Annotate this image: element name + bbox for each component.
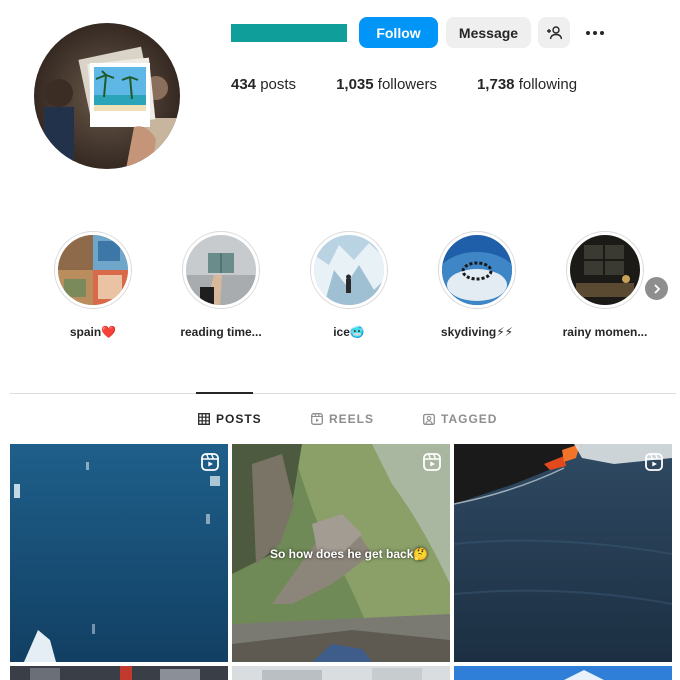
tab-reels[interactable]: REELS xyxy=(311,412,374,426)
highlight-rainy-moments[interactable]: rainy momen... xyxy=(550,231,660,339)
avatar-photo xyxy=(34,23,180,169)
active-tab-indicator xyxy=(196,392,253,394)
username-redacted xyxy=(231,24,347,42)
more-options-icon[interactable] xyxy=(580,22,610,44)
grid-icon xyxy=(198,413,210,425)
follow-button[interactable]: Follow xyxy=(359,17,438,48)
highlight-ring xyxy=(310,231,388,309)
highlight-ice[interactable]: ice🥶 xyxy=(294,231,404,339)
post-tile-2[interactable]: So how does he get back🤔 xyxy=(232,444,450,662)
reel-icon xyxy=(201,453,219,471)
highlight-reading-time[interactable]: reading time... xyxy=(166,231,276,339)
post-thumbnail xyxy=(454,444,672,662)
profile-stats: 434 posts 1,035 followers 1,738 followin… xyxy=(231,76,617,93)
highlight-ring xyxy=(566,231,644,309)
suggest-users-button[interactable] xyxy=(538,17,570,48)
profile-avatar[interactable] xyxy=(34,23,180,169)
post-caption: So how does he get back🤔 xyxy=(270,547,429,561)
highlight-cover xyxy=(442,235,512,305)
highlight-ring xyxy=(54,231,132,309)
highlight-label: spain❤️ xyxy=(69,325,117,339)
tagged-icon xyxy=(423,413,435,425)
post-tile-4[interactable] xyxy=(10,666,228,680)
followers-link[interactable]: 1,035 followers xyxy=(336,76,437,93)
highlight-cover xyxy=(186,235,256,305)
post-thumbnail xyxy=(10,666,228,680)
highlight-cover xyxy=(570,235,640,305)
following-link[interactable]: 1,738 following xyxy=(477,76,577,93)
highlight-skydiving[interactable]: skydiving⚡⚡ xyxy=(422,231,532,339)
chevron-right-icon xyxy=(653,283,660,294)
post-tile-3[interactable] xyxy=(454,444,672,662)
post-thumbnail xyxy=(10,444,228,662)
highlight-cover xyxy=(58,235,128,305)
highlight-label: rainy momen... xyxy=(562,325,648,339)
highlights-next-button[interactable] xyxy=(645,277,668,300)
reels-icon xyxy=(311,413,323,425)
tabs-divider xyxy=(10,393,676,394)
reel-icon xyxy=(645,453,663,471)
post-thumbnail xyxy=(454,666,672,680)
post-tile-5[interactable] xyxy=(232,666,450,680)
highlight-label: skydiving⚡⚡ xyxy=(440,325,514,339)
tab-tagged[interactable]: TAGGED xyxy=(423,412,497,426)
highlight-ring xyxy=(438,231,516,309)
post-tile-1[interactable] xyxy=(10,444,228,662)
highlight-cover xyxy=(314,235,384,305)
post-thumbnail xyxy=(232,666,450,680)
tab-label: TAGGED xyxy=(441,412,498,426)
posts-count: 434 posts xyxy=(231,76,297,93)
reel-icon xyxy=(423,453,441,471)
post-tile-6[interactable] xyxy=(454,666,672,680)
tab-label: REELS xyxy=(329,412,375,426)
highlight-label: reading time... xyxy=(180,325,262,339)
highlight-label: ice🥶 xyxy=(333,325,365,339)
highlight-spain[interactable]: spain❤️ xyxy=(38,231,148,339)
highlight-ring xyxy=(182,231,260,309)
tab-posts[interactable]: POSTS xyxy=(198,412,262,426)
person-add-icon xyxy=(547,25,562,39)
message-button[interactable]: Message xyxy=(446,17,531,48)
tab-label: POSTS xyxy=(216,412,262,426)
